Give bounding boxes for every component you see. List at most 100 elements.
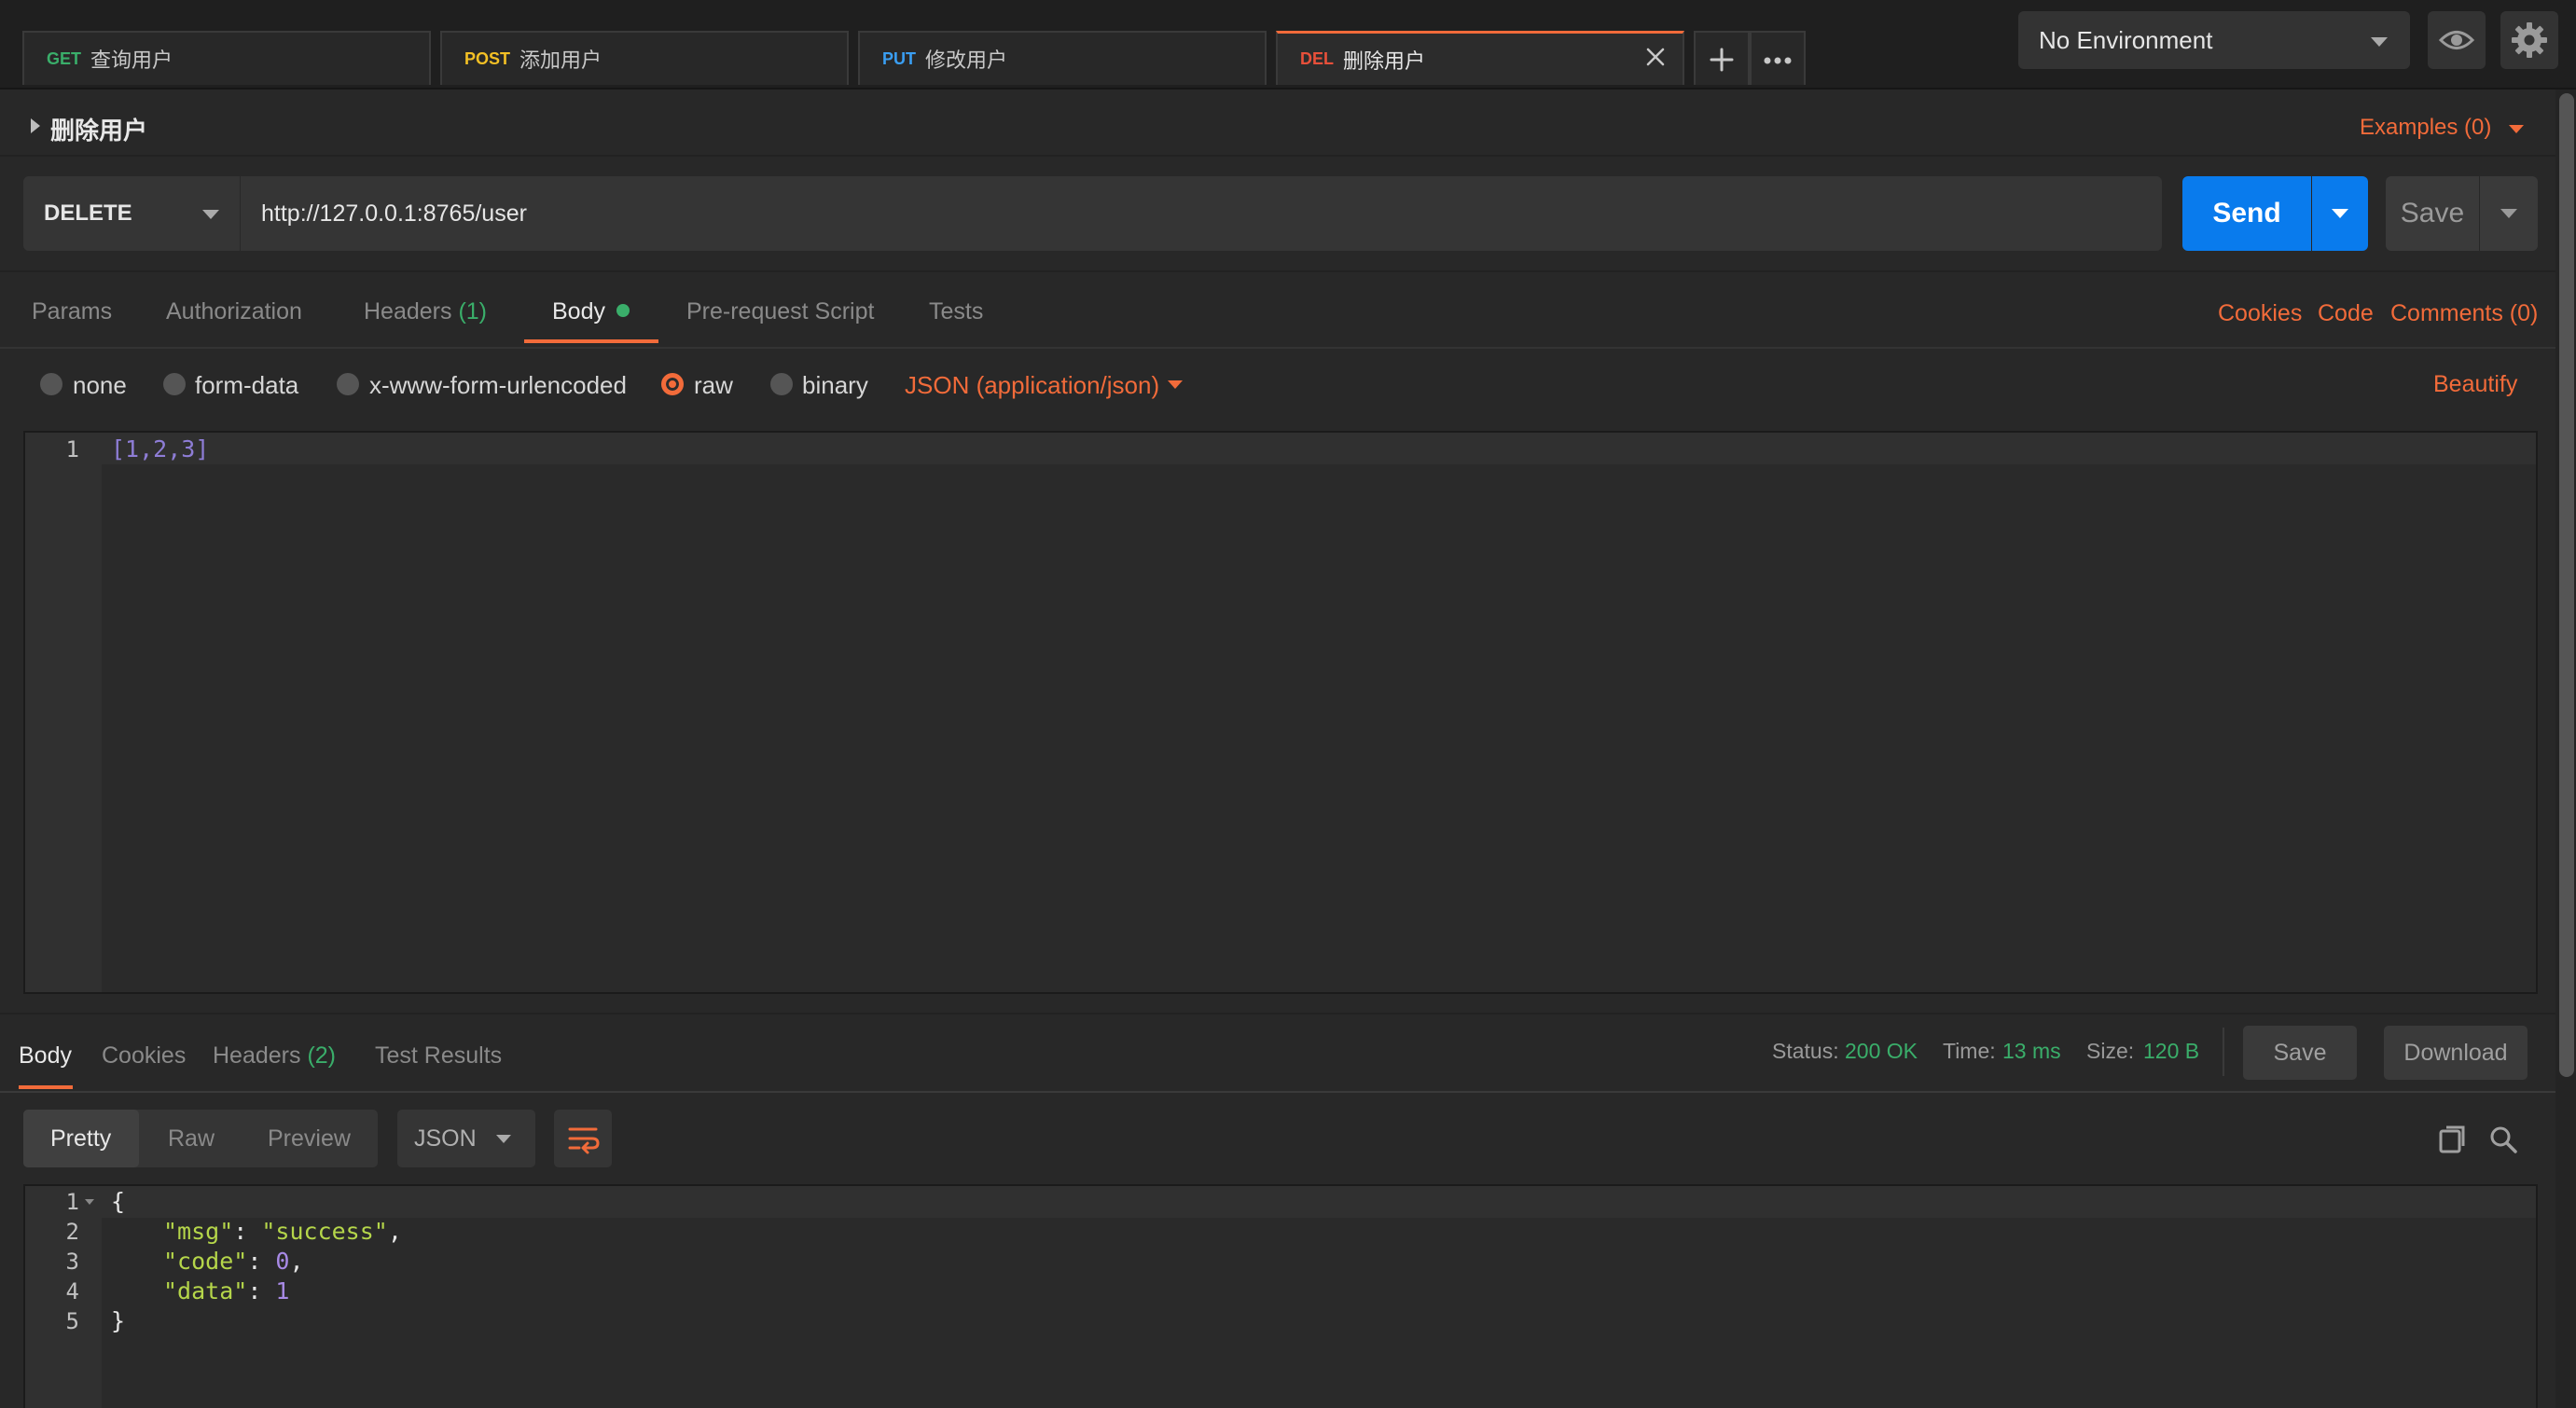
tab-params[interactable]: Params: [32, 298, 112, 325]
eye-icon: [2438, 31, 2475, 49]
tab-title: 查询用户: [90, 48, 173, 72]
status-label: Status:: [1772, 1039, 1839, 1063]
download-response-button[interactable]: Download: [2384, 1026, 2528, 1080]
tab-response-body[interactable]: Body: [19, 1042, 72, 1070]
method-select[interactable]: DELETE: [23, 176, 240, 251]
cookies-link[interactable]: Cookies: [2218, 300, 2302, 327]
beautify-link[interactable]: Beautify: [2433, 371, 2517, 398]
ellipsis-icon: [1764, 57, 1792, 64]
caret-right-icon[interactable]: [28, 117, 43, 134]
save-response-button[interactable]: Save: [2243, 1026, 2357, 1080]
json-key: "data": [163, 1277, 248, 1304]
environment-value: No Environment: [2039, 25, 2213, 54]
tab-method: DEL: [1300, 49, 1334, 68]
radio-binary-label: binary: [802, 371, 868, 399]
response-headers-count: (2): [307, 1042, 337, 1069]
radio-urlencoded[interactable]: [337, 373, 359, 395]
copy-icon[interactable]: [2436, 1123, 2470, 1156]
radio-raw[interactable]: [661, 373, 684, 395]
tab-method: GET: [47, 48, 82, 68]
radio-none[interactable]: [40, 373, 62, 395]
tab-del-delete-user[interactable]: DEL 删除用户: [1276, 31, 1684, 85]
tab-pre-request-script[interactable]: Pre-request Script: [686, 298, 874, 325]
status-value: 200 OK: [1845, 1039, 1918, 1063]
status-divider: [2223, 1028, 2224, 1076]
request-body-editor[interactable]: 1 [1,2,3]: [23, 431, 2538, 994]
tab-headers[interactable]: Headers (1): [364, 298, 487, 325]
radio-binary[interactable]: [770, 373, 793, 395]
tab-method: PUT: [882, 48, 916, 68]
environment-quick-look-button[interactable]: [2428, 11, 2486, 69]
chevron-down-icon[interactable]: [1168, 380, 1183, 389]
wrap-lines-button[interactable]: [554, 1110, 612, 1167]
tab-get-query-user[interactable]: GET 查询用户: [22, 31, 431, 85]
url-input[interactable]: http://127.0.0.1:8765/user: [241, 176, 2162, 251]
line-gutter: [25, 433, 102, 992]
response-body-viewer[interactable]: 1 2 3 4 5 { "msg": "success", "code": 0,…: [23, 1184, 2538, 1408]
code-line-5: }: [111, 1307, 126, 1334]
tab-response-headers[interactable]: Headers (2): [213, 1042, 336, 1070]
url-value: http://127.0.0.1:8765/user: [261, 200, 527, 227]
tab-title: 删除用户: [1343, 48, 1426, 73]
line-number: 4: [65, 1278, 79, 1304]
new-tab-button[interactable]: [1694, 31, 1750, 85]
view-raw[interactable]: Raw: [168, 1125, 215, 1153]
tab-headers-label: Headers: [364, 298, 452, 324]
headers-count: (1): [458, 298, 488, 324]
json-number: 0: [275, 1248, 290, 1275]
request-name[interactable]: 删除用户: [50, 112, 147, 146]
chevron-down-icon: [202, 210, 219, 219]
request-name-bar: [0, 90, 2555, 157]
save-button[interactable]: Save: [2386, 176, 2479, 251]
tab-method: POST: [464, 48, 511, 68]
response-format-select[interactable]: JSON: [397, 1110, 535, 1167]
send-button[interactable]: Send: [2182, 176, 2311, 251]
tab-put-update-user[interactable]: PUT 修改用户: [858, 31, 1267, 85]
close-tab-icon[interactable]: [1641, 43, 1669, 71]
json-key: "code": [163, 1248, 248, 1275]
search-icon[interactable]: [2486, 1123, 2520, 1156]
content-type-select[interactable]: JSON (application/json): [905, 371, 1159, 400]
code-line-3: "code": 0,: [163, 1248, 304, 1275]
environment-select[interactable]: No Environment: [2018, 11, 2410, 69]
tab-body-label: Body: [552, 298, 605, 324]
view-preview[interactable]: Preview: [268, 1125, 351, 1153]
radio-raw-label: raw: [694, 371, 733, 399]
tab-response-headers-label: Headers: [213, 1042, 301, 1069]
more-tabs-button[interactable]: [1750, 31, 1806, 85]
tab-test-results[interactable]: Test Results: [375, 1042, 502, 1070]
time-value: 13 ms: [2002, 1039, 2061, 1063]
body-indicator-dot: [616, 304, 630, 317]
tab-authorization[interactable]: Authorization: [166, 298, 302, 325]
fold-arrow-icon[interactable]: [85, 1199, 94, 1205]
line-number: 1: [65, 436, 79, 462]
code-line-4: "data": 1: [163, 1277, 290, 1304]
tab-response-cookies[interactable]: Cookies: [102, 1042, 186, 1070]
save-options-button[interactable]: [2480, 176, 2538, 251]
plus-icon: [1710, 48, 1734, 72]
active-line-highlight: [102, 433, 2536, 464]
tab-body[interactable]: Body: [552, 298, 630, 325]
tab-post-add-user[interactable]: POST 添加用户: [440, 31, 849, 85]
settings-button[interactable]: [2500, 11, 2558, 69]
size-label: Size:: [2086, 1039, 2135, 1063]
line-number: 2: [65, 1219, 79, 1245]
code-link[interactable]: Code: [2318, 300, 2374, 327]
tab-tests[interactable]: Tests: [929, 298, 983, 325]
scrollbar-thumb[interactable]: [2559, 93, 2574, 1077]
size-value: 120 B: [2143, 1039, 2200, 1063]
chevron-down-icon: [496, 1135, 511, 1143]
method-value: DELETE: [44, 200, 132, 226]
comments-link[interactable]: Comments (0): [2390, 300, 2538, 327]
code-line: [1,2,3]: [111, 435, 210, 462]
examples-link[interactable]: Examples (0): [2360, 115, 2491, 141]
json-key: "msg": [163, 1218, 234, 1245]
send-options-button[interactable]: [2312, 176, 2368, 251]
code-line-1: {: [111, 1188, 126, 1215]
tab-title: 修改用户: [925, 48, 1008, 72]
tab-title: 添加用户: [519, 48, 602, 72]
response-format-value: JSON: [414, 1125, 477, 1152]
radio-form-data[interactable]: [163, 373, 186, 395]
chevron-down-icon[interactable]: [2509, 125, 2524, 133]
view-pretty[interactable]: Pretty: [50, 1125, 111, 1153]
